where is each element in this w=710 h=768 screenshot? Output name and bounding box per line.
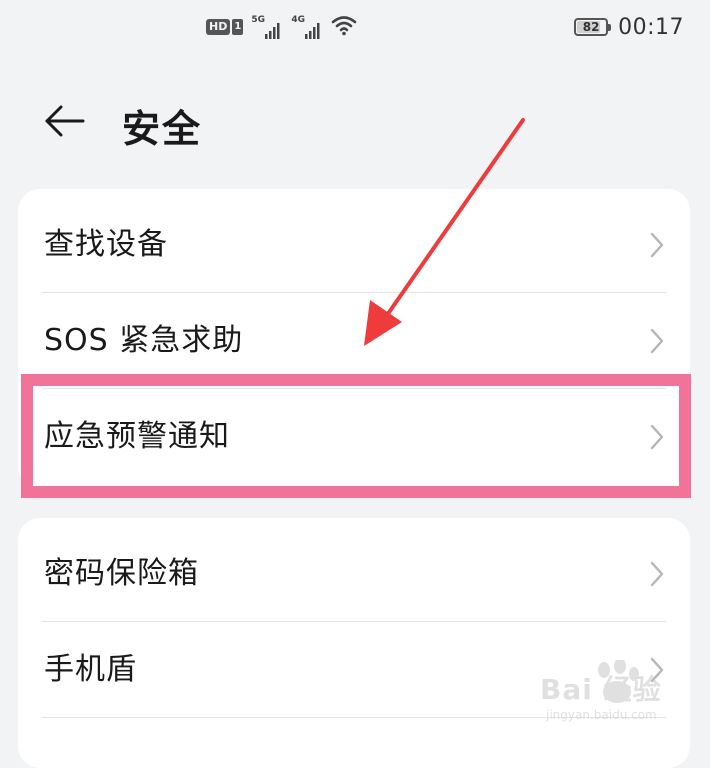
chevron-right-icon <box>650 561 664 587</box>
signal-icon-sim1: 5G <box>251 15 283 39</box>
arrow-left-icon <box>45 105 85 137</box>
watermark-url: jingyan.baidu.com <box>546 708 657 722</box>
settings-group-2: 密码保险箱 手机盾 <box>18 518 690 768</box>
battery-icon: 82 <box>574 18 612 36</box>
chevron-right-icon <box>650 232 664 258</box>
signal-icon-sim2: 4G <box>291 15 323 39</box>
settings-item-label: SOS 紧急求助 <box>44 323 244 358</box>
wifi-icon <box>331 14 357 40</box>
settings-item-label: 密码保险箱 <box>44 556 199 591</box>
chevron-right-icon <box>650 424 664 450</box>
page-header: 安全 <box>0 84 710 158</box>
status-bar: HD 1 5G 4G 82 00:17 <box>0 0 710 56</box>
page-title: 安全 <box>122 107 203 151</box>
status-time: 00:17 <box>618 14 684 40</box>
settings-item-label: 手机盾 <box>44 652 137 687</box>
settings-item-label: 查找设备 <box>44 227 168 262</box>
status-right: 82 00:17 <box>574 12 684 42</box>
settings-item-password-vault[interactable]: 密码保险箱 <box>18 526 690 622</box>
settings-group-1: 查找设备 SOS 紧急求助 应急预警通知 <box>18 189 690 489</box>
status-icons: HD 1 5G 4G <box>206 14 357 40</box>
settings-item-sos[interactable]: SOS 紧急求助 <box>18 293 690 389</box>
chevron-right-icon <box>650 328 664 354</box>
settings-item-find-device[interactable]: 查找设备 <box>18 197 690 293</box>
back-button[interactable] <box>40 96 90 146</box>
watermark-brand: Bai 经验 <box>540 673 662 706</box>
watermark-logo: Bai 经验 jingyan.baidu.com <box>540 660 700 730</box>
settings-item-emergency-alerts[interactable]: 应急预警通知 <box>18 389 690 485</box>
hd-voice-badge: HD 1 <box>206 19 244 35</box>
settings-item-label: 应急预警通知 <box>44 419 230 454</box>
